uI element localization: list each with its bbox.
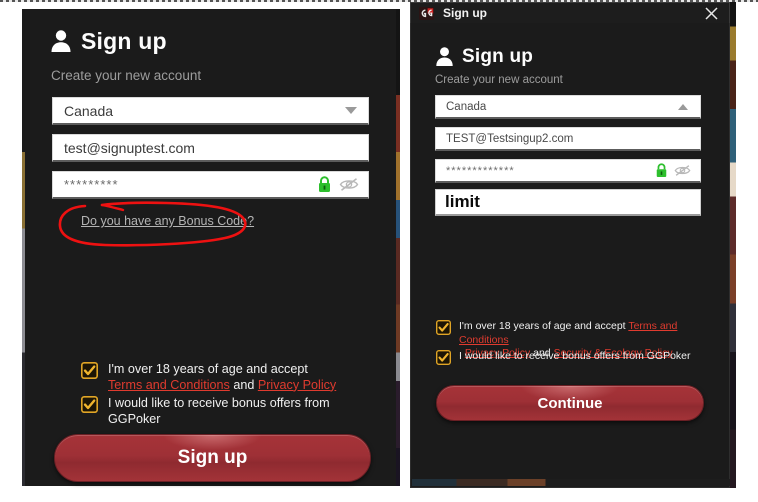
- password-field[interactable]: *********: [52, 171, 369, 199]
- continue-button-label: Continue: [537, 394, 603, 412]
- terms-and-conditions-link[interactable]: Terms and Conditions: [108, 378, 230, 392]
- lock-icon[interactable]: [655, 163, 668, 178]
- bonus-offers-text: I would like to receive bonus offers fro…: [459, 350, 691, 362]
- screen-root: Sign up Create your new account Canada t…: [0, 0, 758, 502]
- age-consent-row[interactable]: I'm over 18 years of age and accept Term…: [81, 362, 376, 393]
- password-field-value: *********: [64, 177, 119, 192]
- age-consent-text: I'm over 18 years of age and accept Term…: [108, 362, 336, 393]
- bonus-offers-row[interactable]: I would like to receive bonus offers fro…: [81, 396, 376, 427]
- right-header: Sign up: [435, 46, 533, 67]
- email-field[interactable]: test@signuptest.com: [52, 134, 369, 162]
- continue-button[interactable]: Continue: [436, 385, 704, 421]
- checkbox-checked-icon[interactable]: [436, 350, 451, 365]
- left-signup-panel: Sign up Create your new account Canada t…: [25, 9, 396, 486]
- right-page-title: Sign up: [462, 46, 534, 67]
- eye-slash-icon[interactable]: [339, 177, 359, 192]
- right-signup-panel: Sign up Create your new account Canada T…: [410, 23, 730, 488]
- window-titlebar[interactable]: Sign up: [410, 2, 730, 23]
- right-window-edge-strip-2: [730, 2, 736, 488]
- privacy-policy-link[interactable]: Privacy Policy: [258, 378, 336, 392]
- bonus-offers-text: I would like to receive bonus offers fro…: [108, 396, 330, 426]
- chevron-down-icon: [345, 107, 357, 114]
- chevron-up-icon: [678, 103, 688, 110]
- left-header: Sign up: [50, 29, 167, 53]
- left-signup-window: Sign up Create your new account Canada t…: [22, 9, 400, 486]
- signup-button[interactable]: Sign up: [54, 434, 371, 482]
- right-window-edge-strip: [396, 9, 400, 486]
- checkbox-checked-icon[interactable]: [81, 362, 98, 379]
- email-field[interactable]: TEST@Testsingup2.com: [435, 127, 701, 151]
- checkbox-checked-icon[interactable]: [436, 320, 451, 335]
- email-field-value: TEST@Testsingup2.com: [446, 132, 574, 145]
- right-page-subtitle: Create your new account: [435, 74, 563, 86]
- country-select-value: Canada: [446, 100, 487, 113]
- age-consent-and: and: [233, 377, 255, 392]
- close-icon[interactable]: [705, 6, 718, 20]
- ggpoker-logo-icon: [419, 6, 434, 20]
- age-consent-line1: I'm over 18 years of age and accept: [459, 320, 626, 332]
- window-title: Sign up: [443, 6, 487, 20]
- signup-button-label: Sign up: [177, 447, 248, 468]
- password-field[interactable]: *************: [435, 159, 701, 183]
- window-bottom-edge-strip: [412, 479, 730, 486]
- password-field-value: *************: [446, 164, 515, 177]
- left-page-subtitle: Create your new account: [51, 68, 202, 83]
- bonus-code-field[interactable]: limit: [435, 189, 701, 216]
- email-field-value: test@signuptest.com: [64, 139, 195, 156]
- bonus-offers-row[interactable]: I would like to receive bonus offers fro…: [436, 350, 706, 365]
- lock-icon[interactable]: [317, 176, 332, 193]
- bonus-code-link[interactable]: Do you have any Bonus Code?: [81, 214, 254, 228]
- age-consent-line1: I'm over 18 years of age and accept: [108, 362, 308, 376]
- bonus-code-field-value: limit: [445, 192, 480, 211]
- person-icon: [436, 47, 453, 66]
- right-signup-window: Sign up Sign up Create your new account …: [410, 2, 736, 488]
- country-select[interactable]: Canada: [52, 97, 369, 125]
- left-page-title: Sign up: [81, 27, 167, 54]
- eye-slash-icon[interactable]: [674, 164, 691, 177]
- person-icon: [51, 30, 71, 52]
- country-select[interactable]: Canada: [435, 95, 701, 119]
- checkbox-checked-icon[interactable]: [81, 396, 98, 413]
- country-select-value: Canada: [64, 102, 114, 119]
